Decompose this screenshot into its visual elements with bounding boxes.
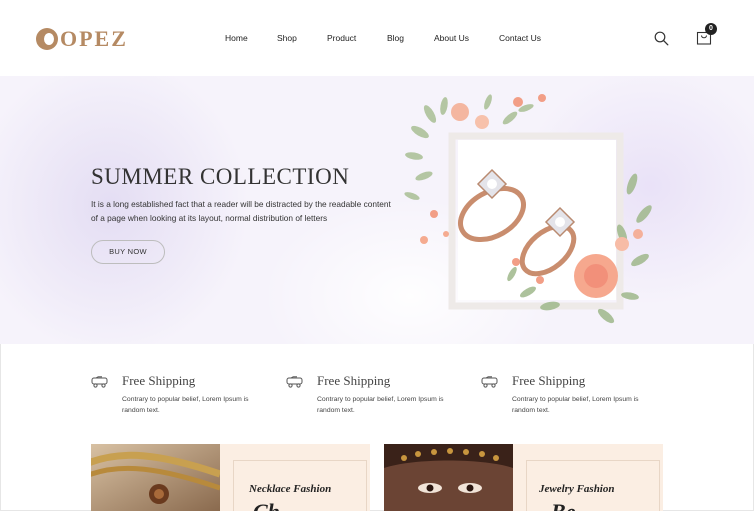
hero-description: It is a long established fact that a rea… bbox=[91, 199, 391, 223]
hero-section: SUMMER COLLECTION It is a long establish… bbox=[0, 76, 754, 344]
nav-item-about-us[interactable]: About Us bbox=[434, 33, 469, 43]
banner-script-decoration: Be bbox=[551, 499, 575, 511]
feature-text: Contrary to popular belief, Lorem Ipsum … bbox=[122, 396, 249, 414]
nav-item-blog[interactable]: Blog bbox=[387, 33, 404, 43]
search-icon[interactable] bbox=[654, 31, 669, 46]
nav-item-product[interactable]: Product bbox=[327, 33, 356, 43]
features-section: Free Shipping Contrary to popular belief… bbox=[0, 344, 754, 444]
banner-label: Necklace Fashion bbox=[249, 483, 332, 495]
hero-title: SUMMER COLLECTION bbox=[91, 164, 350, 189]
nav-item-contact-us[interactable]: Contact Us bbox=[499, 33, 541, 43]
buy-now-button[interactable]: BUY NOW bbox=[91, 240, 165, 264]
nav-item-shop[interactable]: Shop bbox=[277, 33, 297, 43]
hero-jewelry-illustration bbox=[404, 94, 652, 324]
necklace-photo bbox=[91, 444, 220, 511]
site-header: OPEZ Home Shop Product Blog About Us Con… bbox=[0, 0, 754, 76]
feature-title: Free Shipping bbox=[122, 373, 196, 388]
feature-text: Contrary to popular belief, Lorem Ipsum … bbox=[512, 396, 639, 414]
feature-text: Contrary to popular belief, Lorem Ipsum … bbox=[317, 396, 444, 414]
feature-title: Free Shipping bbox=[512, 373, 586, 388]
truck-icon bbox=[286, 376, 303, 388]
nav-item-home[interactable]: Home bbox=[225, 33, 248, 43]
banner-label: Jewelry Fashion bbox=[539, 483, 615, 495]
cart-count-badge: 0 bbox=[705, 23, 717, 35]
feature-title: Free Shipping bbox=[317, 373, 391, 388]
model-photo bbox=[384, 444, 513, 511]
banner-script-decoration: Ch bbox=[253, 499, 280, 511]
truck-icon bbox=[481, 376, 498, 388]
truck-icon bbox=[91, 376, 108, 388]
banner-necklace[interactable]: Necklace Fashion Ch bbox=[91, 444, 370, 511]
main-nav: Home Shop Product Blog About Us Contact … bbox=[0, 33, 754, 47]
banner-jewelry[interactable]: Jewelry Fashion Be bbox=[384, 444, 663, 511]
